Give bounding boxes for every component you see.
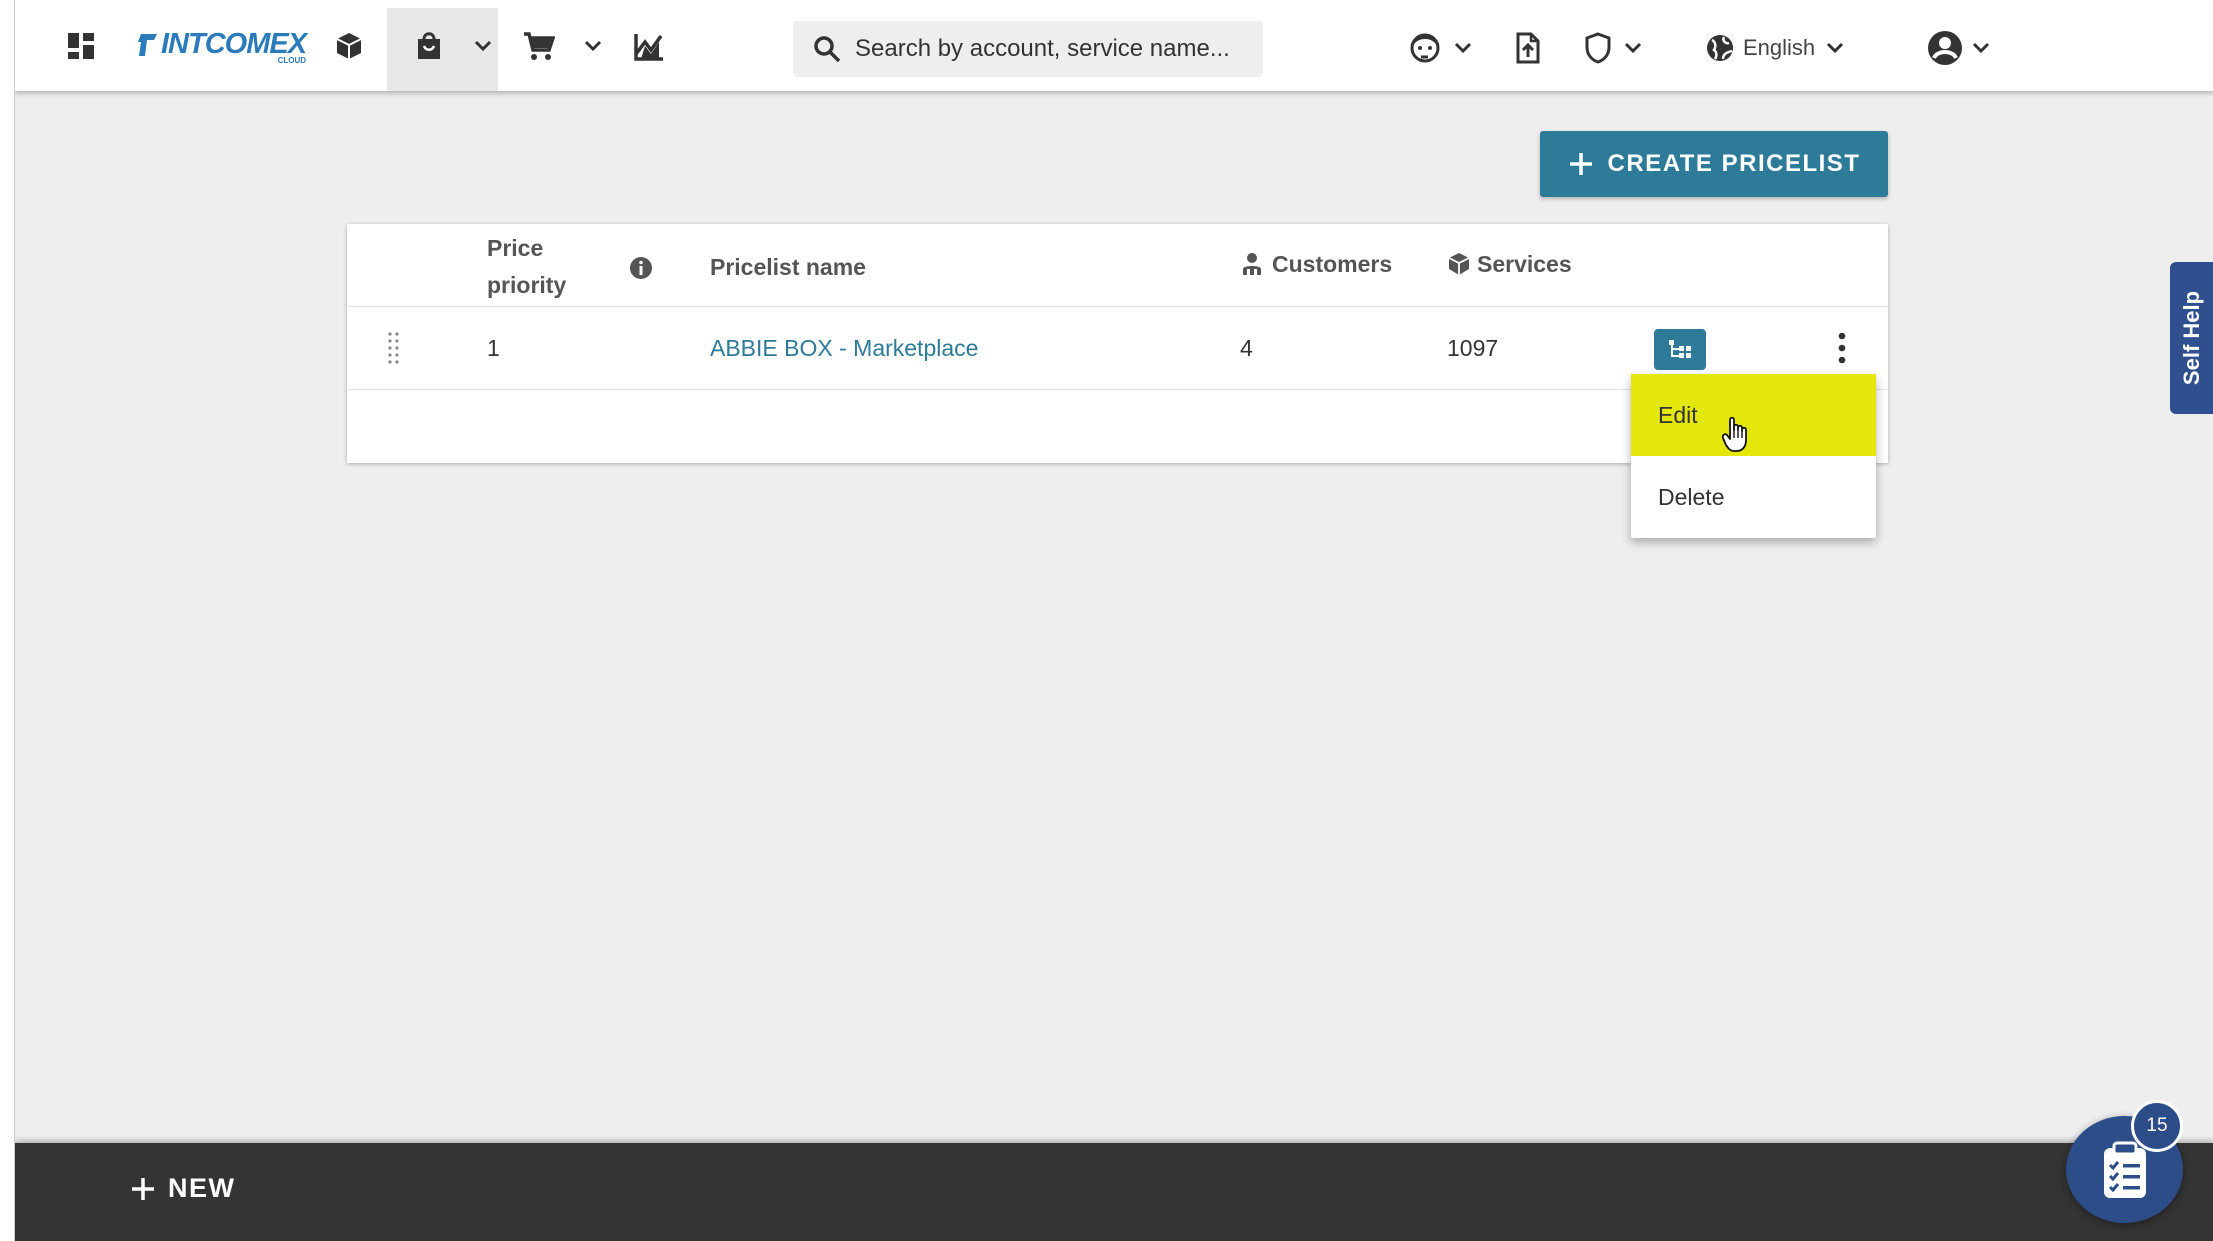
services-cube-icon [1447,252,1471,281]
globe-icon [1707,35,1733,61]
row-more-options-icon[interactable] [1832,328,1852,368]
new-button-label: NEW [168,1173,236,1203]
file-upload-icon[interactable] [1511,30,1545,66]
row-context-menu: Edit Delete [1631,374,1876,538]
user-menu[interactable] [1927,30,1991,66]
menu-item-delete[interactable]: Delete [1631,456,1876,538]
top-navigation-bar: INTCOMEX CLOUD Search by account, servic… [15,0,2213,91]
chevron-down-icon [1972,42,1990,54]
hand-cursor-icon [1721,416,1751,459]
pricelist-name-link[interactable]: ABBIE BOX - Marketplace [710,335,978,362]
plus-icon [132,1177,154,1200]
column-header-price-priority[interactable]: Price priority [487,230,597,304]
create-pricelist-label: CREATE PRICELIST [1607,150,1861,177]
drag-handle-icon[interactable] [387,331,401,370]
cart-icon[interactable] [520,28,558,64]
notification-badge: 15 [2131,1100,2183,1152]
chevron-down-icon [1827,42,1844,54]
info-icon[interactable] [629,256,653,285]
logo-subtext: CLOUD [277,56,307,65]
new-button[interactable]: NEW [130,1173,236,1204]
search-icon [814,36,841,63]
row-customers-count: 4 [1240,335,1253,361]
row-priority: 1 [487,335,500,361]
user-avatar-icon [1928,31,1962,65]
language-selector[interactable]: English [1705,30,1845,66]
create-pricelist-button[interactable]: CREATE PRICELIST [1540,131,1888,197]
bottom-action-bar: NEW [15,1143,2213,1241]
chevron-down-icon[interactable] [1619,34,1647,62]
logo-mark-icon [138,34,157,56]
dashboard-icon[interactable] [61,26,101,66]
row-services-count: 1097 [1447,335,1499,361]
self-help-label: Self Help [2179,290,2205,386]
chevron-down-icon[interactable] [1449,34,1477,62]
search-bar[interactable] [793,21,1263,77]
chevron-down-icon[interactable] [579,32,607,60]
chevron-down-icon[interactable] [469,32,497,60]
shopping-bag-icon[interactable] [411,28,447,64]
analytics-chart-icon[interactable] [631,30,667,64]
language-label: English [1743,35,1816,60]
support-agent-icon[interactable] [1407,30,1443,66]
column-header-services[interactable]: Services [1477,246,1572,283]
customers-icon [1240,252,1264,281]
search-input[interactable] [855,35,1255,63]
column-header-pricelist-name[interactable]: Pricelist name [710,249,866,286]
clipboard-checklist-icon [2103,1141,2146,1198]
app-window: INTCOMEX CLOUD Search by account, servic… [14,0,2213,1241]
shield-icon[interactable] [1581,30,1615,66]
self-help-tab[interactable]: Self Help [2170,262,2213,414]
products-cube-icon[interactable] [331,28,367,64]
menu-item-edit[interactable]: Edit [1631,374,1876,456]
plus-icon [1569,153,1592,175]
hierarchy-icon [1669,339,1691,358]
hierarchy-button[interactable] [1654,329,1706,370]
column-header-customers[interactable]: Customers [1272,246,1392,283]
intcomex-logo[interactable]: INTCOMEX CLOUD [137,28,307,68]
